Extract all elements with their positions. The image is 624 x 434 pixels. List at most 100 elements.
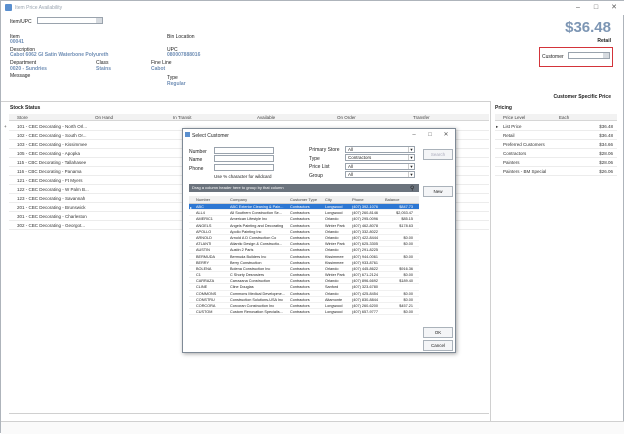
table-cell: Kissimmee <box>325 260 344 265</box>
table-cell: BERRY <box>196 260 210 265</box>
number-input[interactable] <box>214 147 274 154</box>
item-number: 00041 <box>10 39 24 45</box>
close-icon[interactable]: ✕ <box>605 2 623 13</box>
table-cell: Contractors <box>290 242 310 247</box>
wildcard-hint: Use % character for wildcard <box>214 174 272 179</box>
col-city[interactable]: City <box>325 197 332 202</box>
table-cell: Contractors <box>290 285 310 290</box>
table-cell: ABC Exterior Cleaning & Pain... <box>230 205 284 209</box>
table-cell: $189.40 <box>399 279 413 284</box>
col-price-level[interactable]: Price Level <box>503 115 525 120</box>
main-window: Item Price Availability – □ ✕ Item/UPC I… <box>0 0 624 434</box>
chevron-down-icon: ▼ <box>408 147 414 152</box>
col-number[interactable]: Number <box>196 197 210 202</box>
col-balance[interactable]: Balance <box>385 197 399 202</box>
col-each[interactable]: Each <box>559 115 569 120</box>
table-cell: Corcoran Construction Inc <box>230 304 275 308</box>
table-row[interactable]: ▸ List Price $36.48 <box>495 122 617 131</box>
table-cell: (407) 332-8022 <box>352 229 378 234</box>
table-cell: Orlando <box>325 279 339 284</box>
table-cell: $2,053.47 <box>396 211 413 216</box>
table-cell: (407) 260-8146 <box>352 211 378 216</box>
item-upc-input[interactable] <box>37 17 103 24</box>
table-cell: COMMONS <box>196 291 217 296</box>
table-cell: Custom Renovation Specialis... <box>230 310 283 315</box>
group-select[interactable]: All ▼ <box>345 171 415 178</box>
table-cell: C Shorty Desrosiers <box>230 273 264 278</box>
search-icon[interactable]: ⚲ <box>410 185 414 192</box>
cancel-button[interactable]: Cancel <box>423 340 453 351</box>
type-select[interactable]: Contractors ▼ <box>345 154 415 161</box>
table-cell: ABC <box>196 205 204 209</box>
table-cell: Contractors <box>290 279 310 284</box>
table-row[interactable]: Painters - BM Special $26.06 <box>495 167 617 176</box>
table-row[interactable]: Contractors $28.06 <box>495 149 617 158</box>
table-row[interactable]: Preferred Customers $34.66 <box>495 140 617 149</box>
number-label: Number <box>189 149 207 155</box>
stock-status-title: Stock Status <box>10 105 41 111</box>
table-cell: Carrazana Construction <box>230 279 271 284</box>
table-cell: $85.15 <box>401 217 413 222</box>
pricing-grid-header: Price Level Each <box>495 114 617 121</box>
search-button[interactable]: Search <box>423 149 453 160</box>
minimize-icon[interactable]: – <box>569 2 587 13</box>
table-cell: Commons Medical Developme... <box>230 291 285 296</box>
col-customer-type[interactable]: Customer Type <box>290 197 317 202</box>
table-cell: (407) 896-6692 <box>352 279 378 284</box>
table-cell: Atlantic Design & Constructio... <box>230 242 283 247</box>
ok-button[interactable]: OK <box>423 327 453 338</box>
class-value: Stains <box>96 66 112 72</box>
col-on-order[interactable]: On Order <box>337 115 356 120</box>
table-cell: (407) 944-0061 <box>352 254 378 259</box>
col-on-hand[interactable]: On Hand <box>95 115 113 120</box>
table-cell: AMERIC1 <box>196 217 213 222</box>
table-cell: $0.00 <box>403 273 413 278</box>
table-row[interactable]: CUSTOM Custom Renovation Specialis... Cont… <box>189 309 419 316</box>
fine-line-value: Cabot <box>151 66 166 72</box>
maximize-icon[interactable]: □ <box>587 2 605 13</box>
table-cell: Apollo Painting Inc <box>230 229 262 234</box>
table-cell: Orlando <box>325 291 339 296</box>
table-cell: Contractors <box>290 273 310 278</box>
department-value: 0020 - Sundries <box>10 66 47 72</box>
group-by-bar[interactable]: Drag a column header here to group by th… <box>189 184 419 192</box>
dialog-icon <box>185 132 190 137</box>
customer-input[interactable] <box>568 52 610 59</box>
chevron-down-icon: ▼ <box>408 164 414 169</box>
upc-value: 080007888016 <box>167 52 201 58</box>
customer-lookup-icon[interactable] <box>603 53 609 58</box>
table-row[interactable]: Retail $36.48 <box>495 131 617 140</box>
phone-input[interactable] <box>214 164 274 171</box>
primary-store-select[interactable]: All ▼ <box>345 146 415 153</box>
table-cell: Contractors <box>290 248 310 253</box>
table-cell: Contractors <box>290 310 310 315</box>
col-in-transit[interactable]: In Transit <box>173 115 192 120</box>
phone-label: Phone <box>189 166 204 172</box>
table-cell: Winter Park <box>325 223 345 228</box>
table-cell: APOLLO <box>196 229 212 234</box>
type-value: Regular <box>167 81 186 87</box>
table-cell: $916.36 <box>399 266 413 271</box>
name-label: Name <box>189 157 203 163</box>
price-list-select[interactable]: All ▼ <box>345 163 415 170</box>
table-cell: ARNOLD <box>196 235 212 240</box>
title-bar: Item Price Availability – □ ✕ <box>1 1 624 15</box>
col-transfer[interactable]: Transfer <box>413 115 430 120</box>
table-cell: Contractors <box>290 304 310 308</box>
table-cell: Winter Park <box>325 273 345 278</box>
primary-store-label: Primary Store <box>309 147 340 153</box>
new-button[interactable]: New <box>423 186 453 197</box>
table-row[interactable]: Painters $28.06 <box>495 158 617 167</box>
col-phone[interactable]: Phone <box>352 197 364 202</box>
name-input[interactable] <box>214 155 274 162</box>
table-cell: Orlando <box>325 217 339 222</box>
col-company[interactable]: Company <box>230 197 247 202</box>
col-store[interactable]: Store <box>17 115 28 120</box>
dialog-close-icon[interactable]: ✕ <box>437 130 455 141</box>
col-available[interactable]: Available <box>257 115 275 120</box>
customer-grid-body: ▸ ABC ABC Exterior Cleaning & Pain... Contr… <box>189 204 419 316</box>
table-cell: Longwood <box>325 205 343 209</box>
table-cell: Contractors <box>290 205 310 209</box>
table-cell: Contractors <box>290 211 310 216</box>
lookup-icon[interactable] <box>96 18 102 23</box>
